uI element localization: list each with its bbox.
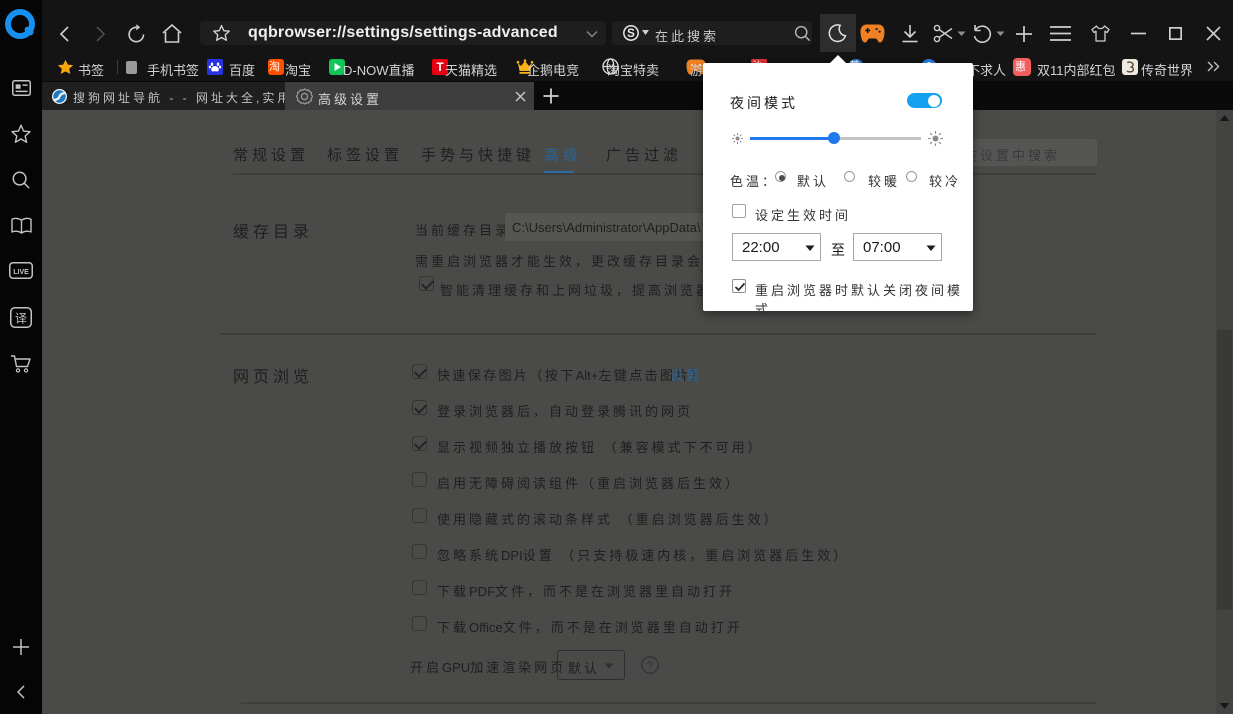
svg-text:LIVE: LIVE <box>13 269 29 276</box>
svg-text:S: S <box>627 28 635 40</box>
svg-text:译: 译 <box>15 311 27 325</box>
svg-text:?: ? <box>647 660 653 672</box>
